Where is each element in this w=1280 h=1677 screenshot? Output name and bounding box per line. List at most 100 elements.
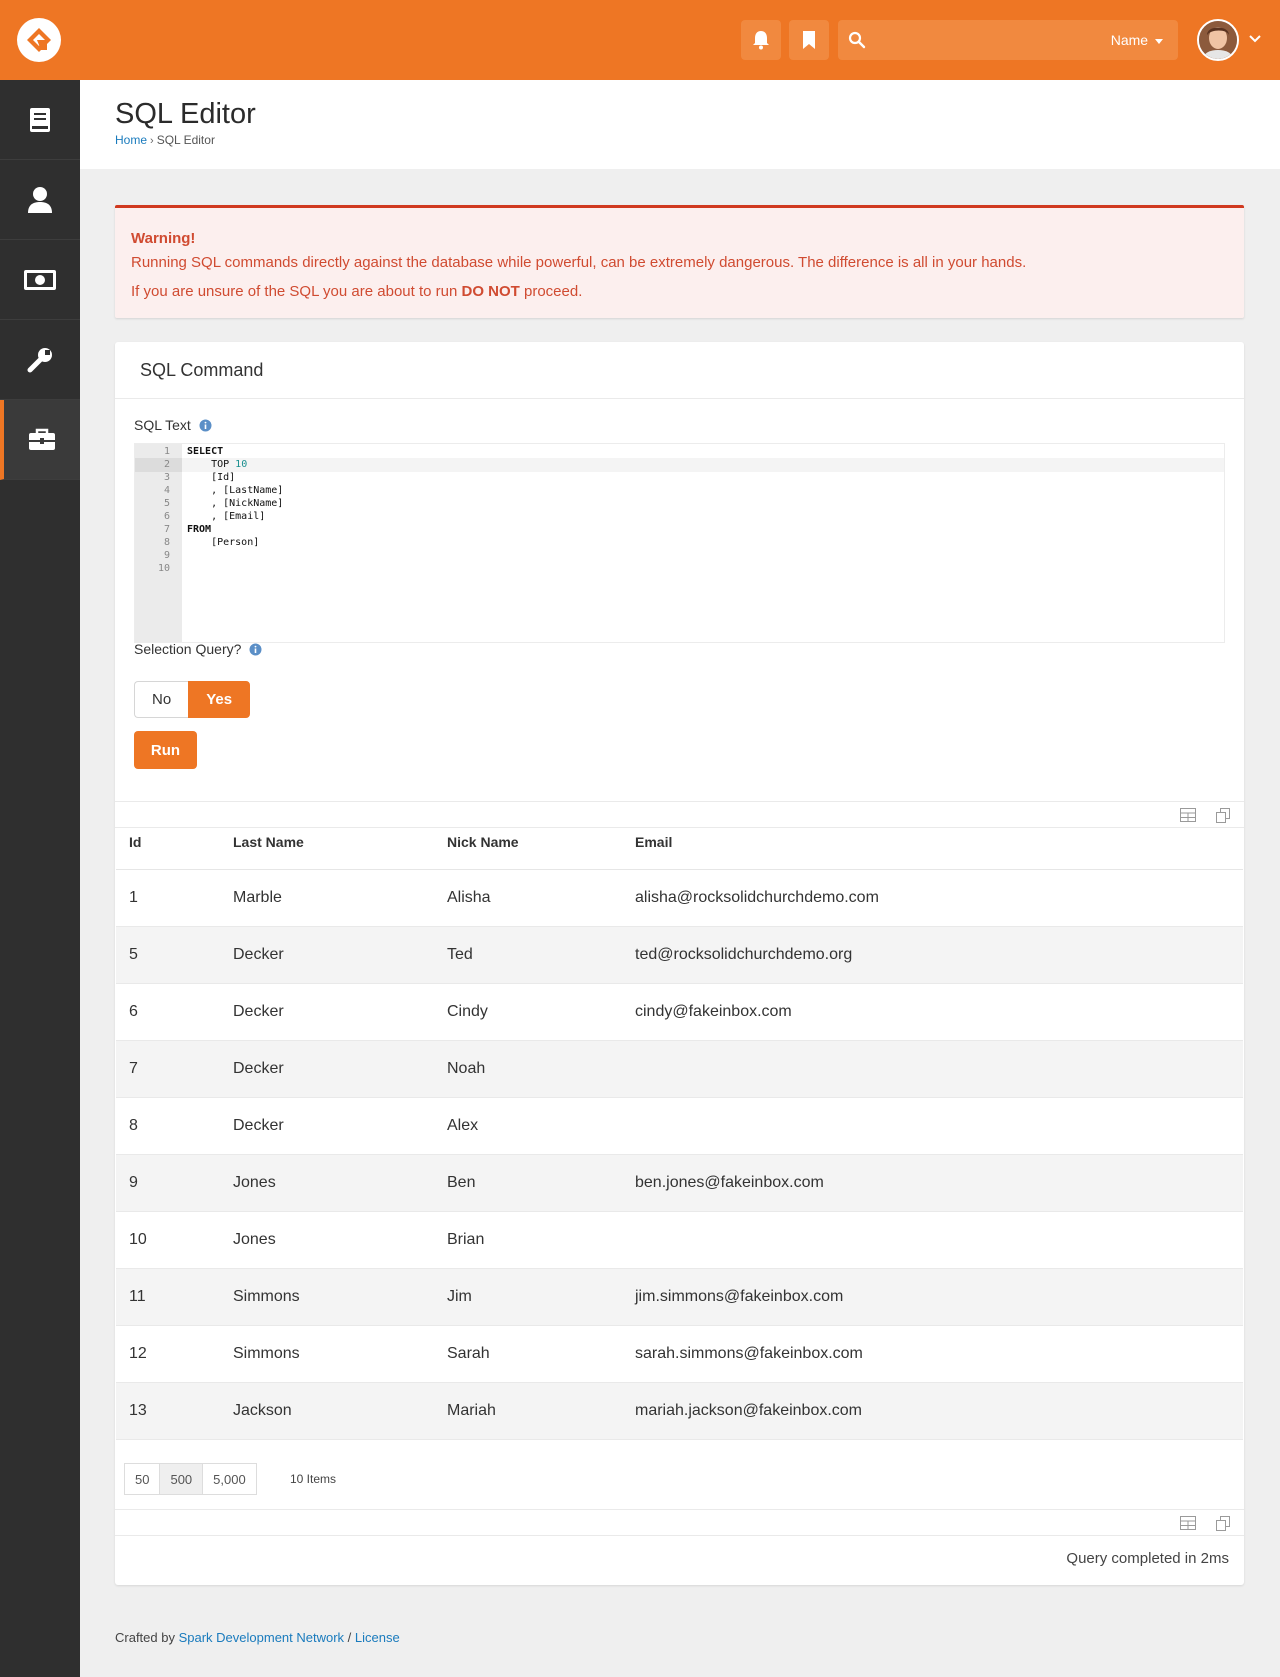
cell-nick-name: Ben: [434, 1154, 622, 1212]
sidebar-item-finance[interactable]: [0, 240, 80, 320]
table-row[interactable]: 7 Decker Noah: [116, 1040, 1243, 1098]
excel-export-icon[interactable]: [1180, 1516, 1196, 1530]
page-size-50[interactable]: 50: [124, 1463, 161, 1495]
column-header-email[interactable]: Email: [622, 815, 1243, 870]
footer-separator: /: [344, 1630, 355, 1645]
cell-email: [622, 1211, 1243, 1269]
line-number: 6: [163, 511, 170, 522]
rock-logo-icon[interactable]: [17, 18, 61, 62]
code-line: SELECT: [187, 446, 223, 457]
breadcrumb-home-link[interactable]: Home: [115, 133, 147, 147]
toggle-yes-button[interactable]: Yes: [188, 681, 251, 718]
breadcrumb: Home › SQL Editor: [115, 133, 215, 147]
sidebar-item-people[interactable]: [0, 160, 80, 240]
cell-last-name: Decker: [220, 1097, 434, 1155]
sidebar-item-tools[interactable]: [0, 320, 80, 400]
search-filter-label: Name: [1110, 32, 1149, 48]
page-size-500[interactable]: 500: [159, 1463, 204, 1495]
sidebar-item-admin[interactable]: [0, 400, 80, 480]
breadcrumb-current: SQL Editor: [156, 133, 215, 147]
column-header-id[interactable]: Id: [116, 815, 220, 870]
cell-nick-name: Brian: [434, 1211, 622, 1269]
code-line: [Id]: [187, 472, 235, 483]
top-bar: Name: [0, 0, 1280, 80]
sql-text-label: SQL Text: [134, 417, 212, 433]
chevron-down-icon[interactable]: [1248, 34, 1262, 44]
warning-caution-suffix: proceed.: [519, 283, 583, 300]
wrench-icon: [27, 347, 52, 372]
run-button[interactable]: Run: [134, 731, 197, 769]
bookmarks-button[interactable]: [789, 20, 829, 60]
warning-message: Running SQL commands directly against th…: [131, 254, 1027, 271]
license-link[interactable]: License: [355, 1630, 400, 1645]
table-row[interactable]: 9 Jones Ben ben.jones@fakeinbox.com: [116, 1154, 1243, 1212]
avatar[interactable]: [1197, 19, 1239, 61]
cell-email: [622, 1097, 1243, 1155]
copy-icon[interactable]: [1216, 1516, 1230, 1531]
money-icon: [24, 269, 56, 290]
grid-body: 1 Marble Alisha alisha@rocksolidchurchdemo.…: [116, 869, 1243, 1440]
selection-query-toggle: No Yes: [134, 681, 251, 718]
line-number: 4: [163, 485, 170, 496]
cell-nick-name: Cindy: [434, 983, 622, 1041]
editor-active-line: [135, 458, 1224, 472]
line-number: 10: [157, 563, 170, 574]
code-text: , [Email]: [187, 511, 266, 522]
warning-caution: If you are unsure of the SQL you are abo…: [131, 283, 582, 300]
selection-query-label-text: Selection Query?: [134, 641, 242, 657]
cell-nick-name: Alisha: [434, 869, 622, 927]
cell-last-name: Simmons: [220, 1325, 434, 1383]
cell-last-name: Jones: [220, 1154, 434, 1212]
code-text: TOP: [187, 459, 236, 470]
spark-link[interactable]: Spark Development Network: [179, 1630, 344, 1645]
sidebar-item-pages[interactable]: [0, 80, 80, 160]
table-row[interactable]: 11 Simmons Jim jim.simmons@fakeinbox.com: [116, 1268, 1243, 1326]
info-icon[interactable]: [199, 419, 212, 432]
cell-id: 5: [116, 926, 220, 984]
sidebar: [0, 80, 80, 1677]
search-icon: [848, 31, 866, 49]
line-number: 3: [163, 472, 170, 483]
table-row[interactable]: 5 Decker Ted ted@rocksolidchurchdemo.org: [116, 926, 1243, 984]
sql-code-editor[interactable]: 1 2 3 4 5 6 7 8 9 10 SELECT TOP 10 [Id] , [LastNa…: [134, 443, 1225, 643]
cell-email: ben.jones@fakeinbox.com: [622, 1154, 1243, 1212]
cell-last-name: Simmons: [220, 1268, 434, 1326]
info-icon[interactable]: [249, 643, 262, 656]
warning-alert: Warning! Running SQL commands directly a…: [115, 205, 1244, 318]
notifications-button[interactable]: [741, 20, 781, 60]
page-size-5000[interactable]: 5,000: [202, 1463, 257, 1495]
table-row[interactable]: 6 Decker Cindy cindy@fakeinbox.com: [116, 983, 1243, 1041]
toggle-no-button[interactable]: No: [134, 681, 189, 718]
table-row[interactable]: 1 Marble Alisha alisha@rocksolidchurchdemo.…: [116, 869, 1243, 927]
code-keyword: SELECT: [187, 446, 224, 457]
search-input[interactable]: [874, 26, 1074, 54]
footer-prefix: Crafted by: [115, 1630, 179, 1645]
sql-text-label-text: SQL Text: [134, 417, 191, 433]
page-title: SQL Editor: [115, 98, 256, 130]
line-number: 8: [163, 537, 170, 548]
search-filter-dropdown[interactable]: Name: [1111, 32, 1164, 48]
code-line: FROM: [187, 524, 211, 535]
cell-id: 11: [116, 1268, 220, 1326]
code-line: , [LastName]: [187, 485, 283, 496]
cell-email: mariah.jackson@fakeinbox.com: [622, 1382, 1243, 1440]
line-number: 7: [163, 524, 170, 535]
cell-email: [622, 1040, 1243, 1098]
warning-title: Warning!: [131, 230, 196, 247]
table-row[interactable]: 8 Decker Alex: [116, 1097, 1243, 1155]
column-header-last-name[interactable]: Last Name: [220, 815, 434, 870]
table-row[interactable]: 13 Jackson Mariah mariah.jackson@fakeinbox.…: [116, 1382, 1243, 1440]
grid-header-row: Id Last Name Nick Name Email: [116, 815, 1243, 870]
search-box[interactable]: Name: [838, 20, 1178, 60]
code-line: [Person]: [187, 537, 259, 548]
table-row[interactable]: 12 Simmons Sarah sarah.simmons@fakeinbox.co…: [116, 1325, 1243, 1383]
item-count: 10 Items: [290, 1472, 337, 1486]
cell-last-name: Decker: [220, 926, 434, 984]
cell-id: 8: [116, 1097, 220, 1155]
cell-email: sarah.simmons@fakeinbox.com: [622, 1325, 1243, 1383]
selection-query-label: Selection Query?: [134, 641, 262, 657]
column-header-nick-name[interactable]: Nick Name: [434, 815, 622, 870]
code-text: [Person]: [187, 537, 260, 548]
code-number: 10: [235, 459, 248, 470]
table-row[interactable]: 10 Jones Brian: [116, 1211, 1243, 1269]
